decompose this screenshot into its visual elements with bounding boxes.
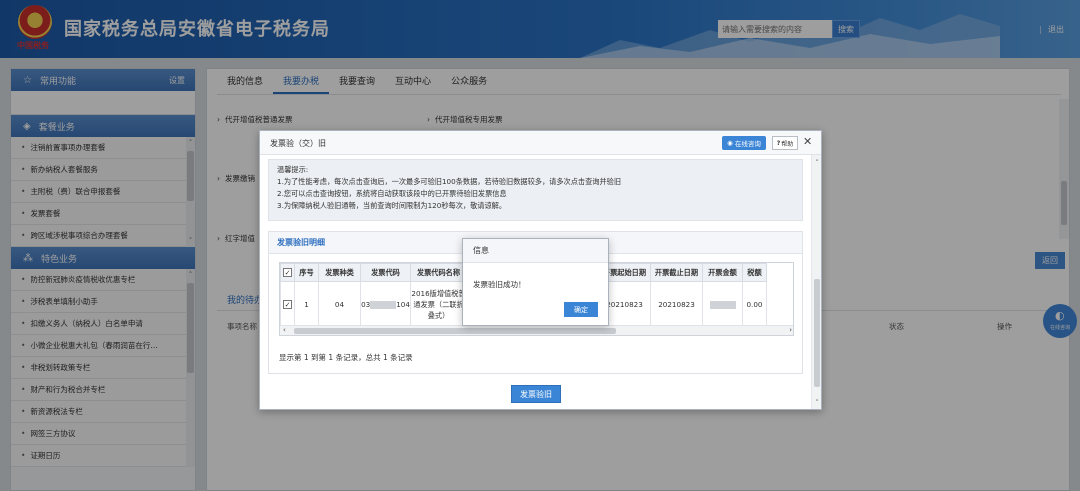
headset-icon: ◉ xyxy=(727,139,733,147)
info-dialog-title: 信息 xyxy=(463,239,608,263)
table-horizontal-scrollbar[interactable]: ‹ › xyxy=(280,325,793,335)
redacted-block xyxy=(370,301,397,309)
redacted-block xyxy=(709,301,736,309)
checkbox-checked-icon[interactable]: ✓ xyxy=(283,268,292,277)
chevron-up-icon[interactable]: ˄ xyxy=(812,159,821,167)
table-header: 发票种类 xyxy=(318,263,361,282)
code-prefix: 03 xyxy=(361,300,371,309)
help-button[interactable]: ? 帮助 xyxy=(772,136,798,150)
cell-type: 04 xyxy=(318,281,361,328)
confirm-button[interactable]: 确定 xyxy=(564,302,598,317)
header-select-all[interactable]: ✓ xyxy=(280,263,295,282)
cell-name: 2016版增值税普通发票（二联折叠式） xyxy=(410,281,467,328)
info-dialog: 信息 发票验旧成功！ 确定 xyxy=(462,238,609,326)
modal-scrollbar[interactable]: ˄ ˅ xyxy=(811,155,821,409)
table-header: 开票金额 xyxy=(702,263,743,282)
tips-line: 1.为了性能考虑，每次点击查询后，一次最多可验旧100条数据，若待验旧数据较多，… xyxy=(277,177,622,186)
modal-title: 发票验（交）旧 xyxy=(270,139,326,148)
table-header: 发票代码 xyxy=(360,263,411,282)
tips-heading: 温馨提示: xyxy=(277,165,309,174)
verify-invoice-button[interactable]: 发票验旧 xyxy=(511,385,561,403)
tips-box: 温馨提示: 1.为了性能考虑，每次点击查询后，一次最多可验旧100条数据，若待验… xyxy=(268,159,803,221)
table-header: 税额 xyxy=(742,263,767,282)
chevron-left-icon[interactable]: ‹ xyxy=(283,326,286,334)
chevron-down-icon[interactable]: ˅ xyxy=(812,399,821,407)
close-icon[interactable]: ✕ xyxy=(803,135,812,148)
cell-end-date: 20210823 xyxy=(650,281,703,328)
modal-header: 发票验（交）旧 ◉ 在线咨询 ? 帮助 ✕ xyxy=(260,131,821,155)
question-icon: ? xyxy=(776,139,781,147)
row-select[interactable]: ✓ xyxy=(280,281,295,328)
scrollbar-thumb[interactable] xyxy=(814,279,820,387)
cell-index: 1 xyxy=(294,281,319,328)
scrollbar-thumb[interactable] xyxy=(294,328,616,334)
pagination-summary: 显示第 1 到第 1 条记录，总共 1 条记录 xyxy=(279,353,413,362)
online-consult-label: 在线咨询 xyxy=(734,140,761,148)
code-suffix: 104 xyxy=(396,300,410,309)
online-consult-button[interactable]: ◉ 在线咨询 xyxy=(722,136,766,150)
tips-line: 2.您可以点击查询按钮，系统将自动获取该段中的已开票待验旧发票信息 xyxy=(277,189,507,198)
table-header: 开票截止日期 xyxy=(650,263,703,282)
help-label: 帮助 xyxy=(781,140,794,148)
table-header: 序号 xyxy=(294,263,319,282)
info-dialog-message: 发票验旧成功！ xyxy=(473,280,526,289)
chevron-right-icon[interactable]: › xyxy=(789,326,792,334)
cell-code: 03 104 xyxy=(360,281,411,328)
table-header: 发票代码名称 xyxy=(410,263,467,282)
checkbox-checked-icon[interactable]: ✓ xyxy=(283,300,292,309)
cell-tax: 0.00 xyxy=(742,281,767,328)
tips-line: 3.为保障纳税人验旧通畅，当前查询时间限制为120秒每次，敬请谅解。 xyxy=(277,201,507,210)
cell-amount xyxy=(702,281,743,328)
